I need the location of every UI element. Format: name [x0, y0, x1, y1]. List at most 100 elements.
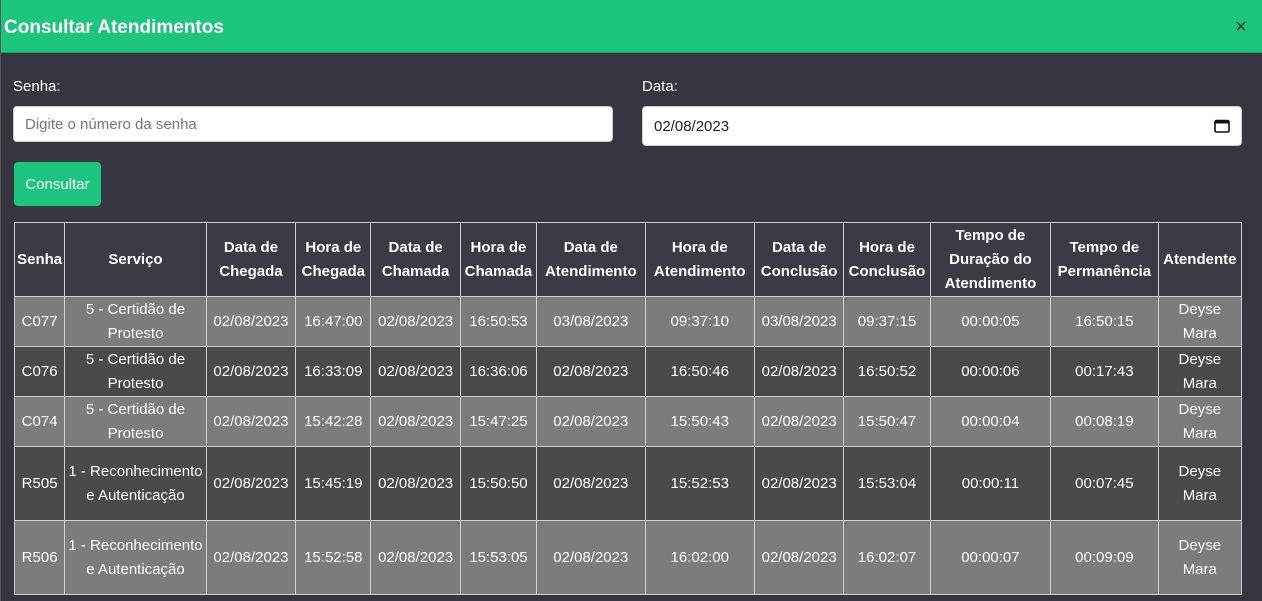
table-cell: 02/08/2023 [205, 520, 297, 595]
table-cell: 02/08/2023 [536, 346, 646, 397]
table-row: C077 5 - Certidão de Protesto 02/08/2023 16… [13, 296, 1243, 347]
table-cell: 02/08/2023 [205, 346, 297, 397]
table-cell: 00:08:19 [1050, 396, 1159, 447]
table-cell: 16:02:00 [644, 520, 755, 595]
data-field: Data: 02/08/2023 [642, 78, 1242, 146]
table-cell: 03/08/2023 [536, 296, 646, 347]
table-cell: 00:09:09 [1050, 520, 1159, 595]
table-row: R505 1 - Reconhecimento e Autenticação 02/… [13, 446, 1243, 521]
table-cell: 16:50:15 [1050, 296, 1159, 347]
senha-field: Senha: Digite o número da senha [13, 78, 613, 142]
column-header: Atendente [1157, 222, 1243, 297]
table-cell: 02/08/2023 [370, 520, 461, 595]
table-cell: 16:36:06 [459, 346, 538, 397]
table-cell: Deyse Mara [1157, 446, 1243, 521]
table-row: C074 5 - Certidão de Protesto 02/08/2023 15… [13, 396, 1243, 447]
table-cell: 16:47:00 [295, 296, 372, 347]
table-cell: R506 [13, 520, 66, 595]
table-cell: 00:00:06 [929, 346, 1052, 397]
modal-header: Consultar Atendimentos × [1, 0, 1262, 53]
calendar-icon[interactable] [1214, 119, 1230, 133]
table-cell: 00:00:05 [929, 296, 1052, 347]
table-cell: 15:50:50 [459, 446, 538, 521]
table-row: R506 1 - Reconhecimento e Autenticação 02/… [13, 520, 1243, 595]
consultar-atendimentos-modal: Consultar Atendimentos × Senha: Digite o… [0, 0, 1262, 601]
date-input[interactable]: 02/08/2023 [642, 106, 1242, 146]
table-cell: 5 - Certidão de Protesto [64, 396, 207, 447]
table-cell: 15:53:05 [459, 520, 538, 595]
data-label: Data: [642, 78, 678, 95]
table-header-row: Senha Serviço Data de Chegada Hora de Chega… [13, 222, 1243, 297]
table-cell: 02/08/2023 [536, 396, 646, 447]
table-cell: Deyse Mara [1157, 520, 1243, 595]
table-cell: 00:00:04 [929, 396, 1052, 447]
senha-label: Senha: [13, 78, 61, 95]
table-cell: C074 [13, 396, 66, 447]
table-cell: 02/08/2023 [370, 296, 461, 347]
column-header: Data de Chegada [205, 222, 297, 297]
table-cell: 15:45:19 [295, 446, 372, 521]
date-value: 02/08/2023 [654, 117, 730, 135]
table-cell: 02/08/2023 [205, 446, 297, 521]
table-cell: 15:50:47 [843, 396, 931, 447]
table-cell: 02/08/2023 [753, 446, 845, 521]
table-cell: 03/08/2023 [753, 296, 845, 347]
column-header: Hora de Chamada [459, 222, 538, 297]
consultar-button[interactable]: Consultar [14, 162, 101, 206]
table-cell: 5 - Certidão de Protesto [64, 296, 207, 347]
table-cell: 00:17:43 [1050, 346, 1159, 397]
table-cell: Deyse Mara [1157, 396, 1243, 447]
column-header: Senha [13, 222, 66, 297]
table-cell: 16:33:09 [295, 346, 372, 397]
column-header: Data de Conclusão [753, 222, 845, 297]
table-cell: 02/08/2023 [536, 520, 646, 595]
table-cell: C077 [13, 296, 66, 347]
column-header: Hora de Atendimento [644, 222, 755, 297]
column-header: Tempo de Permanência [1050, 222, 1159, 297]
table-cell: 00:00:11 [929, 446, 1052, 521]
table-cell: 02/08/2023 [753, 396, 845, 447]
table-cell: 00:00:07 [929, 520, 1052, 595]
table-cell: 09:37:15 [843, 296, 931, 347]
table-cell: 09:37:10 [644, 296, 755, 347]
table-cell: C076 [13, 346, 66, 397]
column-header: Data de Atendimento [536, 222, 646, 297]
table-cell: 15:47:25 [459, 396, 538, 447]
modal-title: Consultar Atendimentos [4, 17, 224, 38]
search-form: Senha: Digite o número da senha Data: 02… [13, 78, 1242, 148]
table-cell: 02/08/2023 [536, 446, 646, 521]
table-cell: 02/08/2023 [370, 346, 461, 397]
atendimentos-table: Senha Serviço Data de Chegada Hora de Chega… [13, 222, 1243, 595]
table-cell: 00:07:45 [1050, 446, 1159, 521]
table-cell: 16:02:07 [843, 520, 931, 595]
table-cell: 15:52:53 [644, 446, 755, 521]
table-cell: 02/08/2023 [370, 396, 461, 447]
table-cell: 02/08/2023 [370, 446, 461, 521]
table-cell: 5 - Certidão de Protesto [64, 346, 207, 397]
table-cell: 15:52:58 [295, 520, 372, 595]
table-cell: 02/08/2023 [753, 346, 845, 397]
table-cell: Deyse Mara [1157, 296, 1243, 347]
table-cell: Deyse Mara [1157, 346, 1243, 397]
table-cell: 02/08/2023 [205, 296, 297, 347]
column-header: Hora de Conclusão [843, 222, 931, 297]
table-cell: 1 - Reconhecimento e Autenticação [64, 520, 207, 595]
table-cell: R505 [13, 446, 66, 521]
senha-placeholder: Digite o número da senha [25, 115, 197, 133]
column-header: Tempo de Duração do Atendimento [929, 222, 1052, 297]
column-header: Hora de Chegada [295, 222, 372, 297]
close-icon[interactable]: × [1229, 15, 1253, 39]
table-cell: 15:50:43 [644, 396, 755, 447]
table-cell: 1 - Reconhecimento e Autenticação [64, 446, 207, 521]
column-header: Data de Chamada [370, 222, 461, 297]
table-cell: 16:50:53 [459, 296, 538, 347]
senha-input[interactable]: Digite o número da senha [13, 106, 613, 142]
table-cell: 02/08/2023 [753, 520, 845, 595]
table-cell: 15:42:28 [295, 396, 372, 447]
column-header: Serviço [64, 222, 207, 297]
table-cell: 16:50:46 [644, 346, 755, 397]
table-cell: 16:50:52 [843, 346, 931, 397]
table-cell: 02/08/2023 [205, 396, 297, 447]
table-cell: 15:53:04 [843, 446, 931, 521]
table-row: C076 5 - Certidão de Protesto 02/08/2023 16… [13, 346, 1243, 397]
